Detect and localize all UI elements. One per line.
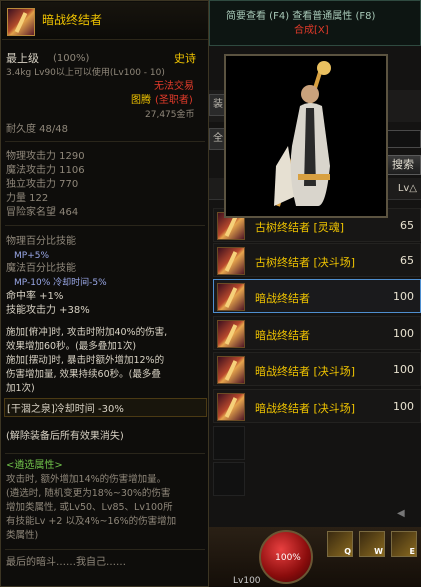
lv-input[interactable] [383,130,421,148]
item-level: 65 [400,219,414,232]
item-name: 古树终结者 [决斗场] [255,256,356,269]
item-name: 暗战终结者 [决斗场] [255,402,356,415]
empty-slot [213,426,245,460]
magic-skill-mp: MP-10% 冷却时间-5% [14,278,107,288]
weapon-icon [217,247,245,275]
item-weight-req: 3.4kg Lv90以上可以使用(Lv100 - 10) [6,68,165,78]
item-type: 图腾 [131,95,151,106]
list-item[interactable]: 暗战终结者 [决斗场] 100 [213,389,421,423]
hp-orb: 100% [259,530,313,584]
item-level: 100 [393,327,414,340]
item-level: 100 [393,363,414,376]
weapon-icon [217,283,245,311]
effect-line-1: 施加[俯冲]时, 攻击时附加40%的伤害, [6,327,168,338]
percent-skill-title: 物理百分比技能 [6,236,76,247]
weapon-icon [7,8,35,36]
magic-skill-title: 魔法百分比技能 [6,263,76,274]
synthesize-link[interactable]: 合成[X] [294,25,329,37]
weapon-icon [217,320,245,348]
item-grade: 最上级 [6,52,39,65]
item-name: 暗战终结者 [255,292,310,305]
view-bar: 简要查看 (F4) 查看普通属性 (F8) 合成[X] [209,0,421,46]
weapon-icon [217,393,245,421]
remove-note: (解除装备后所有效果消失) [6,431,124,442]
item-trade: 无法交易 [154,81,194,92]
list-item[interactable]: 古树终结者 [决斗场] 65 [213,243,421,277]
search-button[interactable]: 搜索 [385,155,421,175]
item-name: 暗战终结者 [255,329,310,342]
option-line-5: 类属性) [6,530,39,541]
option-line-3: 增加类属性, 或Lv50、Lv85、Lv100所 [6,502,173,513]
item-durability: 耐久度 48/48 [6,124,68,135]
item-grade-pct: (100%) [53,53,90,64]
list-item[interactable]: 暗战终结者 [决斗场] 100 [213,352,421,386]
hp-value: 100% [275,553,301,563]
item-rarity: 史诗 [174,52,196,65]
character-figure [274,61,331,207]
stat-phys-atk: 物理攻击力 1290 [6,151,85,162]
option-line-2: (遴选时, 随机变更为18%~30%的伤害 [6,488,171,499]
effect-line-3: 施加[摆动]时, 暴击时额外增加12%的 [6,355,165,366]
item-job: (圣职者) [155,95,193,106]
item-name: 古树终结者 [灵魂] [255,221,345,234]
skill-slot-q[interactable]: Q [327,531,353,557]
item-level: 100 [393,290,414,303]
skill-slot-w[interactable]: W [359,531,385,557]
scroll-left-icon[interactable]: ◀ [397,508,405,520]
effect-line-2: 效果增加60秒。(最多叠加1次) [6,341,137,352]
character-preview [224,54,388,218]
item-level: 100 [393,400,414,413]
item-name: 暗战终结者 [42,13,103,27]
weapon-icon [217,356,245,384]
player-level: Lv100 [233,576,261,586]
stat-skill-atk: 技能攻击力 +38% [6,305,90,316]
item-price: 27,475金币 [145,110,195,120]
flavor-text: 最后的暗斗……我自己…… [6,557,126,568]
stat-hit: 命中率 +1% [6,291,64,302]
option-line-4: 有技能Lv +2 以及4%~16%的伤害增加 [6,516,177,527]
item-name: 暗战终结者 [决斗场] [255,365,356,378]
effect-line-5: 加1次) [6,383,35,394]
hud-bar: 100% Lv100 Q W E [209,527,421,587]
stat-mag-atk: 魔法攻击力 1106 [6,165,85,176]
option-title: <遴选属性> [6,460,63,471]
option-line-1: 攻击时, 额外增加14%的伤害增加量。 [6,474,167,485]
view-toggle-link[interactable]: 简要查看 (F4) 查看普通属性 (F8) [226,11,375,23]
stat-ind-atk: 独立攻击力 770 [6,179,79,190]
stat-str: 力量 122 [6,193,49,204]
item-tooltip: 暗战终结者 最上级 (100%) 史诗 3.4kg Lv90以上可以使用(Lv1… [0,0,209,587]
stat-fame: 冒险家名望 464 [6,207,79,218]
item-level: 65 [400,254,414,267]
percent-skill-mp: MP+5% [14,251,50,261]
skill-slot-e[interactable]: E [391,531,417,557]
sort-lv-header[interactable]: Lv△ [398,183,417,195]
list-item[interactable]: 暗战终结者 100 [213,316,421,350]
list-item-selected[interactable]: 暗战终结者 100 [213,279,421,313]
spring-cooldown: [干涸之泉]冷却时间 -30% [7,404,124,415]
empty-slot [213,462,245,496]
tooltip-header: 暗战终结者 [2,2,208,40]
effect-line-4: 伤害增加量, 效果持续60秒。(最多叠 [6,369,161,380]
